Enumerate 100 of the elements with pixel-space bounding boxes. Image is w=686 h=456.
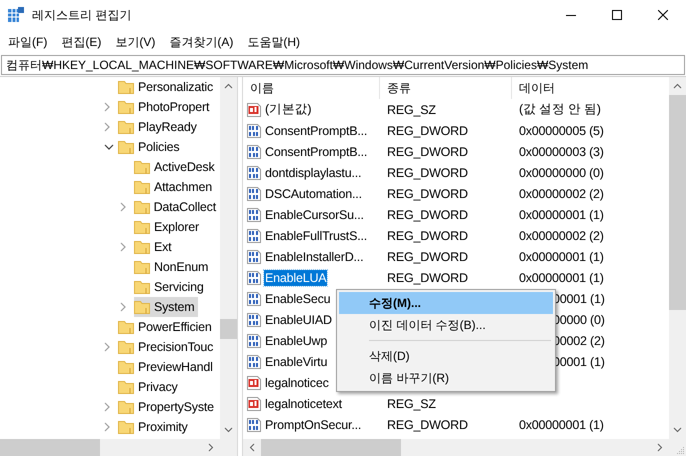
value-data: 0x00000005 (5) [519, 124, 604, 138]
horizontal-scrollbar[interactable] [243, 439, 669, 456]
context-menu-item[interactable]: 수정(M)... [339, 292, 553, 314]
binary-value-icon [246, 290, 262, 306]
scroll-down-icon[interactable] [673, 427, 682, 433]
folder-icon [134, 220, 150, 234]
value-name[interactable]: ConsentPromptB... [264, 122, 368, 138]
value-type: REG_DWORD [387, 166, 468, 180]
scroll-left-icon[interactable] [249, 443, 255, 452]
scroll-right-icon[interactable] [208, 443, 214, 452]
tree-item[interactable]: Policies [118, 137, 184, 157]
tree-item[interactable]: PhotoPropert [118, 97, 214, 117]
tree-item[interactable]: PrecisionTouc [118, 337, 218, 357]
expand-chevron-icon[interactable] [120, 242, 126, 252]
tree-item[interactable]: PowerEfficien [118, 317, 216, 337]
column-header[interactable]: 이름 [243, 77, 380, 99]
tree-item[interactable]: Privacy [118, 377, 182, 397]
context-menu-item[interactable]: 삭제(D) [339, 345, 553, 367]
binary-value-icon [246, 312, 262, 328]
tree-item[interactable]: Personalizatic [118, 77, 218, 97]
tree-item[interactable]: System [134, 297, 198, 317]
context-menu-item[interactable]: 이진 데이터 수정(B)... [339, 314, 553, 336]
expand-chevron-icon[interactable] [120, 302, 126, 312]
value-type: REG_DWORD [387, 208, 468, 222]
value-name[interactable]: EnableInstallerD... [264, 248, 364, 264]
folder-icon [118, 400, 134, 414]
close-icon[interactable] [658, 10, 668, 20]
value-name[interactable]: EnableCursorSu... [264, 206, 365, 222]
binary-value-icon [246, 122, 262, 138]
value-name[interactable]: DSCAutomation... [264, 186, 363, 202]
horizontal-scrollbar[interactable] [0, 439, 220, 456]
tree-item[interactable]: NonEnum [134, 257, 212, 277]
menu-item[interactable]: 도움말(H) [240, 34, 307, 51]
scroll-thumb[interactable] [261, 439, 401, 456]
value-data: 0x00000002 (2) [519, 186, 604, 200]
binary-value-icon [246, 248, 262, 264]
value-name[interactable]: PromptOnSecur... [264, 416, 362, 432]
value-name[interactable]: legalnoticec [264, 374, 330, 390]
value-name[interactable]: EnableUwp [264, 332, 328, 348]
vertical-scrollbar[interactable] [220, 77, 237, 439]
folder-icon [118, 340, 134, 354]
value-type: REG_SZ [387, 396, 436, 410]
binary-value-icon [246, 164, 262, 180]
tree-item[interactable]: PreviewHandl [118, 357, 217, 377]
scroll-up-icon[interactable] [224, 83, 233, 89]
scroll-thumb[interactable] [0, 439, 100, 456]
menu-item[interactable]: 보기(V) [108, 34, 162, 51]
tree-item[interactable]: PropertySyste [118, 397, 218, 417]
scroll-thumb[interactable] [220, 319, 237, 339]
value-name[interactable]: EnableFullTrustS... [264, 228, 368, 244]
folder-icon [134, 280, 150, 294]
scroll-up-icon[interactable] [673, 83, 682, 89]
expand-chevron-icon[interactable] [104, 102, 110, 112]
expand-chevron-icon[interactable] [104, 122, 110, 132]
scroll-right-icon[interactable] [657, 443, 663, 452]
value-data: 0x00000000 (0) [519, 166, 604, 180]
expand-chevron-icon[interactable] [104, 342, 110, 352]
tree-item[interactable]: Ext [134, 237, 176, 257]
value-name[interactable]: EnableUIAD [264, 312, 333, 328]
folder-icon [134, 200, 150, 214]
menu-item[interactable]: 편집(E) [54, 34, 108, 51]
value-name[interactable]: dontdisplaylastu... [264, 164, 362, 180]
expand-chevron-icon[interactable] [120, 202, 126, 212]
tree-item[interactable]: Servicing [134, 277, 208, 297]
tree-item[interactable]: Attachmen [134, 177, 216, 197]
value-type: REG_DWORD [387, 418, 468, 432]
expand-chevron-icon[interactable] [104, 402, 110, 412]
tree-item[interactable]: PlayReady [118, 117, 201, 137]
value-type: REG_DWORD [387, 124, 468, 138]
expand-chevron-icon[interactable] [104, 422, 110, 432]
collapse-chevron-icon[interactable] [104, 144, 114, 150]
value-name[interactable]: ConsentPromptB... [264, 144, 368, 160]
value-name[interactable]: EnableLUA [264, 270, 328, 286]
column-header[interactable]: 종류 [380, 77, 512, 99]
address-field[interactable]: 컴퓨터₩HKEY_LOCAL_MACHINE₩SOFTWARE₩Microsoft₩Windows₩CurrentVersion₩Policies₩System [1, 55, 685, 75]
value-type: REG_DWORD [387, 144, 468, 158]
binary-value-icon [246, 206, 262, 222]
value-name[interactable]: EnableVirtu [264, 354, 328, 370]
value-data: 0x00000001 (1) [519, 270, 604, 284]
string-value-icon [246, 102, 262, 118]
scroll-thumb[interactable] [669, 95, 686, 310]
tree-item[interactable]: ActiveDesk [134, 157, 219, 177]
maximize-icon[interactable] [612, 10, 622, 20]
value-name[interactable]: (기본값) [264, 100, 312, 119]
scroll-down-icon[interactable] [224, 427, 233, 433]
value-name[interactable]: legalnoticetext [264, 396, 343, 412]
menu-item[interactable]: 즐겨찾기(A) [162, 34, 240, 51]
folder-icon [118, 360, 134, 374]
folder-icon [118, 320, 134, 334]
folder-icon [118, 380, 134, 394]
folder-icon [134, 300, 150, 314]
menu-item[interactable]: 파일(F) [1, 34, 54, 51]
context-menu-item[interactable]: 이름 바꾸기(R) [339, 367, 553, 389]
tree-item[interactable]: Explorer [134, 217, 203, 237]
value-name[interactable]: EnableSecu [264, 290, 332, 306]
column-header[interactable]: 데이터 [512, 77, 669, 99]
vertical-scrollbar[interactable] [669, 77, 686, 439]
tree-item[interactable]: Proximity [118, 417, 192, 437]
binary-value-icon [246, 270, 262, 286]
tree-item[interactable]: DataCollect [134, 197, 220, 217]
